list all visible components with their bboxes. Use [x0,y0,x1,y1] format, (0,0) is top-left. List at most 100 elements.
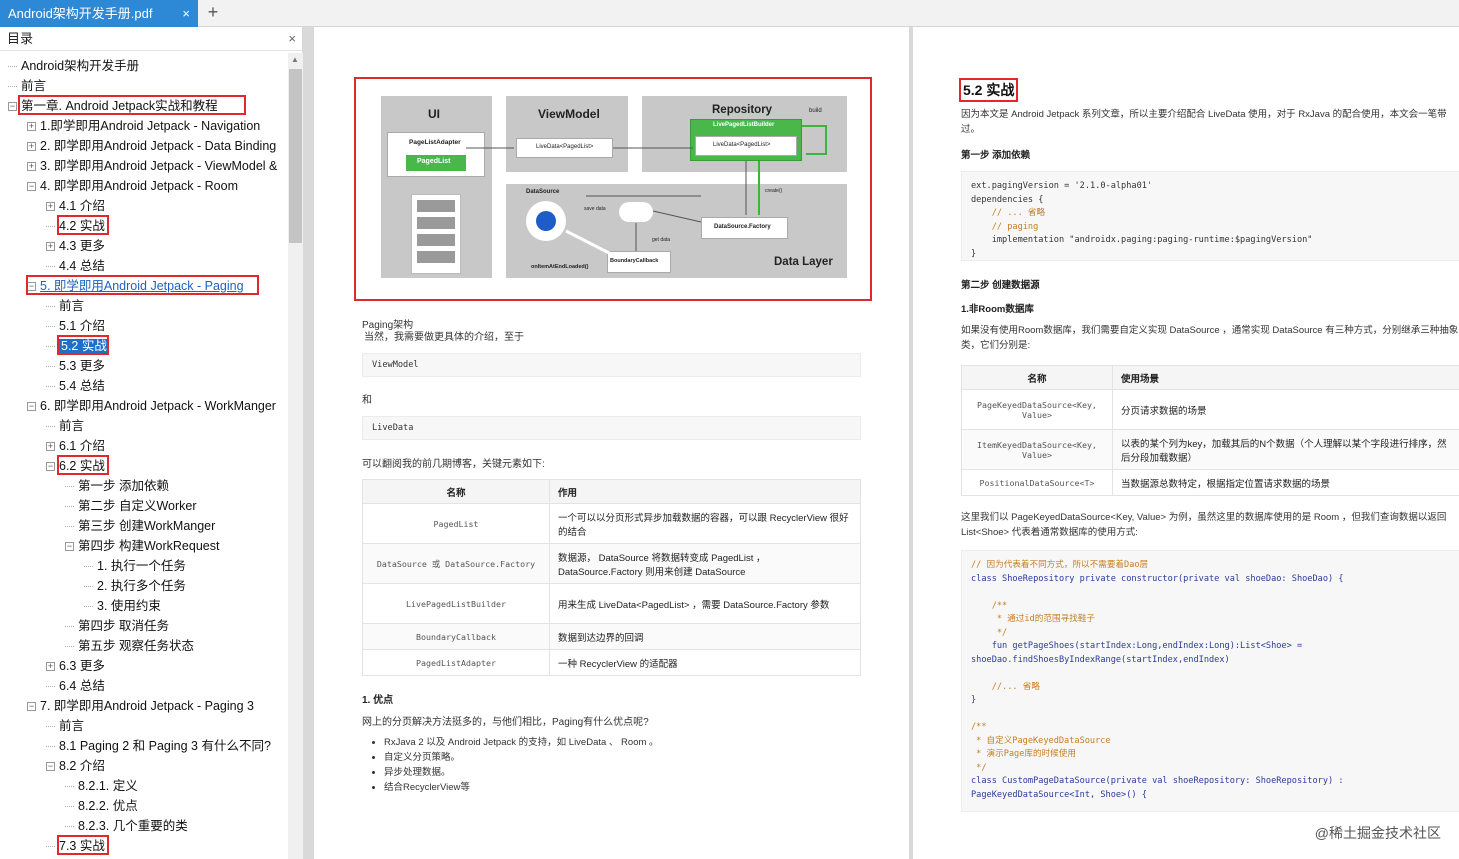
tree-connector [65,826,74,828]
outline-item[interactable]: 5.4 总结 [46,376,105,396]
expand-toggle-icon[interactable]: + [46,242,55,252]
table-cell: BoundaryCallback [362,623,550,650]
expand-toggle-icon[interactable]: + [46,202,55,212]
outline-item[interactable]: 4.4 总结 [46,256,105,276]
outline-item[interactable]: 前言 [46,416,84,436]
sidebar-scrollbar[interactable]: ▲ [288,53,303,859]
outline-item[interactable]: +4.1 介绍 [46,196,105,216]
expand-toggle-icon[interactable]: + [27,162,36,172]
outline-item-label: 6.2 实战 [59,459,105,473]
code-line: */ [971,762,987,773]
expand-toggle-icon[interactable]: − [27,282,36,292]
expand-toggle-icon[interactable]: − [27,182,36,192]
tree-connector [46,386,55,388]
outline-item[interactable]: 第一步 添加依赖 [65,476,169,496]
list-item: RxJava 2 以及 Android Jetpack 的支持，如 LiveDa… [384,735,659,750]
outline-item[interactable]: −6.2 实战 [46,456,105,476]
step-heading: 第二步 创建数据源 [961,280,1040,291]
outline-item[interactable]: +6.1 介绍 [46,436,105,456]
outline-item[interactable]: 前言 [46,296,84,316]
outline-item-label: 3. 即学即用Android Jetpack - ViewModel & [40,159,278,173]
expand-toggle-icon[interactable]: − [46,762,55,772]
scrollbar-thumb[interactable] [289,69,302,243]
outline-item[interactable]: 第二步 自定义Worker [65,496,197,516]
outline-item[interactable]: Android架构开发手册 [8,56,139,76]
outline-item[interactable]: −5. 即学即用Android Jetpack - Paging [27,276,244,296]
expand-toggle-icon[interactable]: − [46,462,55,472]
close-icon[interactable]: × [182,0,190,27]
outline-item[interactable]: 前言 [46,716,84,736]
expand-toggle-icon[interactable]: + [46,442,55,452]
expand-toggle-icon[interactable]: − [8,102,17,112]
table-cell: PositionalDataSource<T> [961,469,1113,496]
close-icon[interactable]: × [288,27,296,51]
expand-toggle-icon[interactable]: + [46,662,55,672]
code-line: class CustomPageDataSource(private val s… [971,776,1344,786]
outline-item[interactable]: 第四步 取消任务 [65,616,169,636]
outline-item[interactable]: +2. 即学即用Android Jetpack - Data Binding [27,136,276,156]
table-cell: 用来生成 LiveData<PagedList> ，需要 DataSource.… [549,583,861,624]
outline-item-label: 6. 即学即用Android Jetpack - WorkManger [40,399,276,413]
add-tab-icon[interactable]: + [205,2,221,23]
outline-item[interactable]: 4.2 实战 [46,216,105,236]
outline-item[interactable]: 2. 执行多个任务 [84,576,186,596]
tree-connector [46,726,55,728]
outline-item[interactable]: − 第四步 构建WorkRequest [65,536,219,556]
expand-toggle-icon[interactable]: − [27,702,36,712]
code-line: } [971,248,977,259]
tree-connector [46,266,55,268]
outline-item[interactable]: 7.3 实战 [46,836,105,856]
outline-item[interactable]: +1.即学即用Android Jetpack - Navigation [27,116,260,136]
outline-item[interactable]: 第三步 创建WorkManger [65,516,215,536]
outline-item[interactable]: −4. 即学即用Android Jetpack - Room [27,176,238,196]
outline-item[interactable]: − 第一章. Android Jetpack实战和教程 [8,96,218,116]
list-item: 自定义分页策略。 [384,750,659,765]
expand-toggle-icon[interactable]: + [27,142,36,152]
expand-toggle-icon[interactable]: − [27,402,36,412]
table-row: DataSource 或 DataSource.Factory 数据源， Data… [362,543,861,584]
outline-item[interactable]: 3. 使用约束 [84,596,161,616]
outline-item-label: 2. 执行多个任务 [97,579,186,593]
tree-connector [46,226,55,228]
scroll-up-icon[interactable]: ▲ [291,55,299,64]
outline-item[interactable]: 5.2 实战 [46,336,109,356]
outline-item[interactable]: 8.2.1. 定义 [65,776,138,796]
table-cell: PageKeyedDataSource<Key, Value> [961,389,1113,430]
outline-item[interactable]: 8.2.3. 几个重要的类 [65,816,188,836]
tab-bar: Android架构开发手册.pdf × + [0,0,1459,27]
intro-text: 因为本文是 Android Jetpack 系列文章，所以主要介绍配合 Live… [961,109,1447,135]
sub-heading: 1.非Room数据库 [961,304,1034,315]
table-header: 名称 [362,479,550,504]
section-heading: 1. 优点 [362,695,394,706]
outline-item-label: 6.1 介绍 [59,439,105,453]
outline-item-label: 前言 [21,79,47,93]
tree-connector [46,306,55,308]
tab-document[interactable]: Android架构开发手册.pdf × [0,0,198,27]
outline-item[interactable]: 1. 执行一个任务 [84,556,186,576]
outline-item[interactable]: 第五步 观察任务状态 [65,636,194,656]
outline-item[interactable]: 前言 [8,76,46,96]
code-line: } [971,695,977,705]
outline-item[interactable]: +4.3 更多 [46,236,105,256]
paragraph: 如果没有使用Room数据库，我们需要自定义实现 DataSource ，通常实现… [961,325,1459,351]
intro-text: 当然，我需要做更具体的介绍，至于 [364,332,524,343]
expand-toggle-icon[interactable]: + [27,122,36,132]
outline-item[interactable]: −8.2 介绍 [46,756,105,776]
expand-toggle-icon[interactable]: − [65,542,74,552]
outline-item-label: 第一步 添加依赖 [78,479,169,493]
outline-item[interactable]: 5.3 更多 [46,356,105,376]
outline-item[interactable]: 8.2.2. 优点 [65,796,138,816]
code-block: ViewModel [362,353,861,377]
outline-item[interactable]: −6. 即学即用Android Jetpack - WorkManger [27,396,276,416]
outline-item[interactable]: 8.1 Paging 2 和 Paging 3 有什么不同? [46,736,271,756]
tree-connector [46,326,55,328]
code-line: /** [971,722,987,732]
outline-item-label: 5.3 更多 [59,359,105,373]
outline-item[interactable]: 6.4 总结 [46,676,105,696]
outline-item[interactable]: +3. 即学即用Android Jetpack - ViewModel & [27,156,277,176]
outline-item[interactable]: −7. 即学即用Android Jetpack - Paging 3 [27,696,254,716]
outline-item[interactable]: 5.1 介绍 [46,316,105,336]
outline-item[interactable]: +6.3 更多 [46,656,105,676]
table-cell: LivePagedListBuilder [362,583,550,624]
